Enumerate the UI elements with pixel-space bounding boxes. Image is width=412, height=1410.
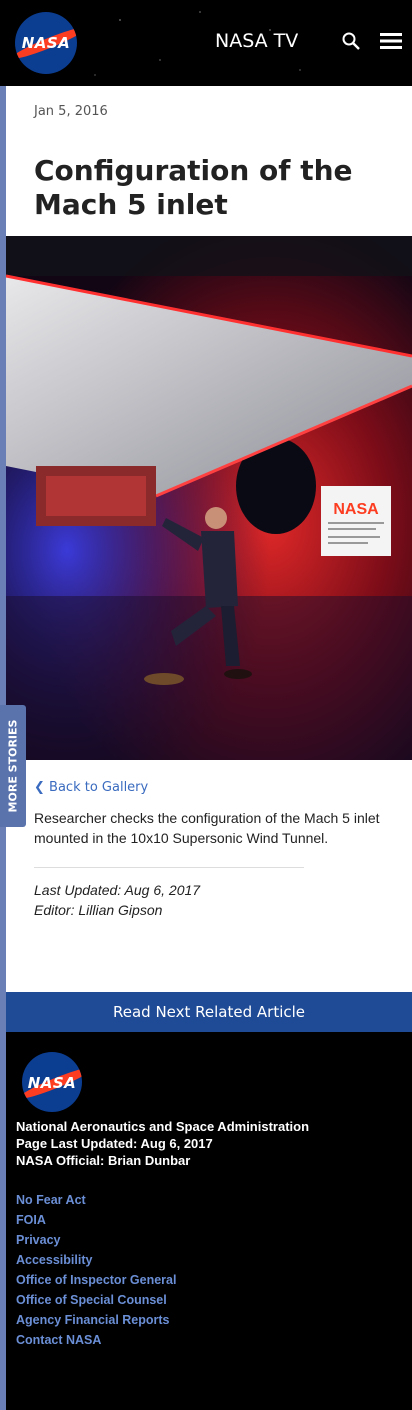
divider	[34, 867, 304, 868]
footer-link-special-counsel[interactable]: Office of Special Counsel	[16, 1290, 176, 1310]
back-to-gallery-label: Back to Gallery	[49, 780, 149, 795]
article-image: NASA	[6, 236, 412, 760]
read-next-button[interactable]: Read Next Related Article	[6, 992, 412, 1032]
nasa-official: NASA Official: Brian Dunbar	[16, 1153, 191, 1168]
search-icon[interactable]	[342, 32, 360, 50]
article-date: Jan 5, 2016	[34, 104, 108, 119]
article-meta: Last Updated: Aug 6, 2017 Editor: Lillia…	[34, 880, 200, 920]
site-footer: NASA National Aeronautics and Space Admi…	[6, 1032, 412, 1410]
editor: Editor: Lillian Gipson	[34, 902, 163, 918]
site-header: NASA NASA TV	[0, 0, 412, 86]
more-stories-label: MORE STORIES	[6, 719, 20, 813]
nasa-tv-link[interactable]: NASA TV	[215, 30, 298, 52]
page-last-updated: Page Last Updated: Aug 6, 2017	[16, 1136, 213, 1151]
footer-link-contact-nasa[interactable]: Contact NASA	[16, 1330, 176, 1350]
footer-link-no-fear-act[interactable]: No Fear Act	[16, 1190, 176, 1210]
logo-wordmark: NASA	[21, 34, 71, 52]
footer-link-foia[interactable]: FOIA	[16, 1210, 176, 1230]
more-stories-tab[interactable]: MORE STORIES	[0, 705, 26, 827]
footer-links: No Fear Act FOIA Privacy Accessibility O…	[16, 1190, 176, 1350]
hamburger-menu-icon[interactable]	[380, 32, 402, 50]
footer-nasa-logo[interactable]: NASA	[22, 1052, 82, 1112]
footer-link-privacy[interactable]: Privacy	[16, 1230, 176, 1250]
org-name: National Aeronautics and Space Administr…	[16, 1119, 310, 1134]
footer-link-accessibility[interactable]: Accessibility	[16, 1250, 176, 1270]
image-caption: Researcher checks the configuration of t…	[34, 810, 380, 846]
svg-text:NASA: NASA	[333, 501, 379, 518]
footer-link-inspector-general[interactable]: Office of Inspector General	[16, 1270, 176, 1290]
logo-wordmark: NASA	[27, 1074, 77, 1092]
article-content: Jan 5, 2016 Configuration of the Mach 5 …	[6, 86, 412, 992]
chevron-left-icon: ❮	[34, 780, 45, 795]
last-updated: Last Updated: Aug 6, 2017	[34, 882, 201, 898]
wind-tunnel-photo: NASA	[6, 236, 412, 760]
back-to-gallery-link[interactable]: ❮ Back to Gallery	[34, 780, 148, 795]
footer-link-financial-reports[interactable]: Agency Financial Reports	[16, 1310, 176, 1330]
article-title: Configuration of the Mach 5 inlet	[34, 154, 353, 221]
footer-info: National Aeronautics and Space Administr…	[16, 1118, 309, 1169]
nasa-logo[interactable]: NASA	[15, 12, 77, 74]
